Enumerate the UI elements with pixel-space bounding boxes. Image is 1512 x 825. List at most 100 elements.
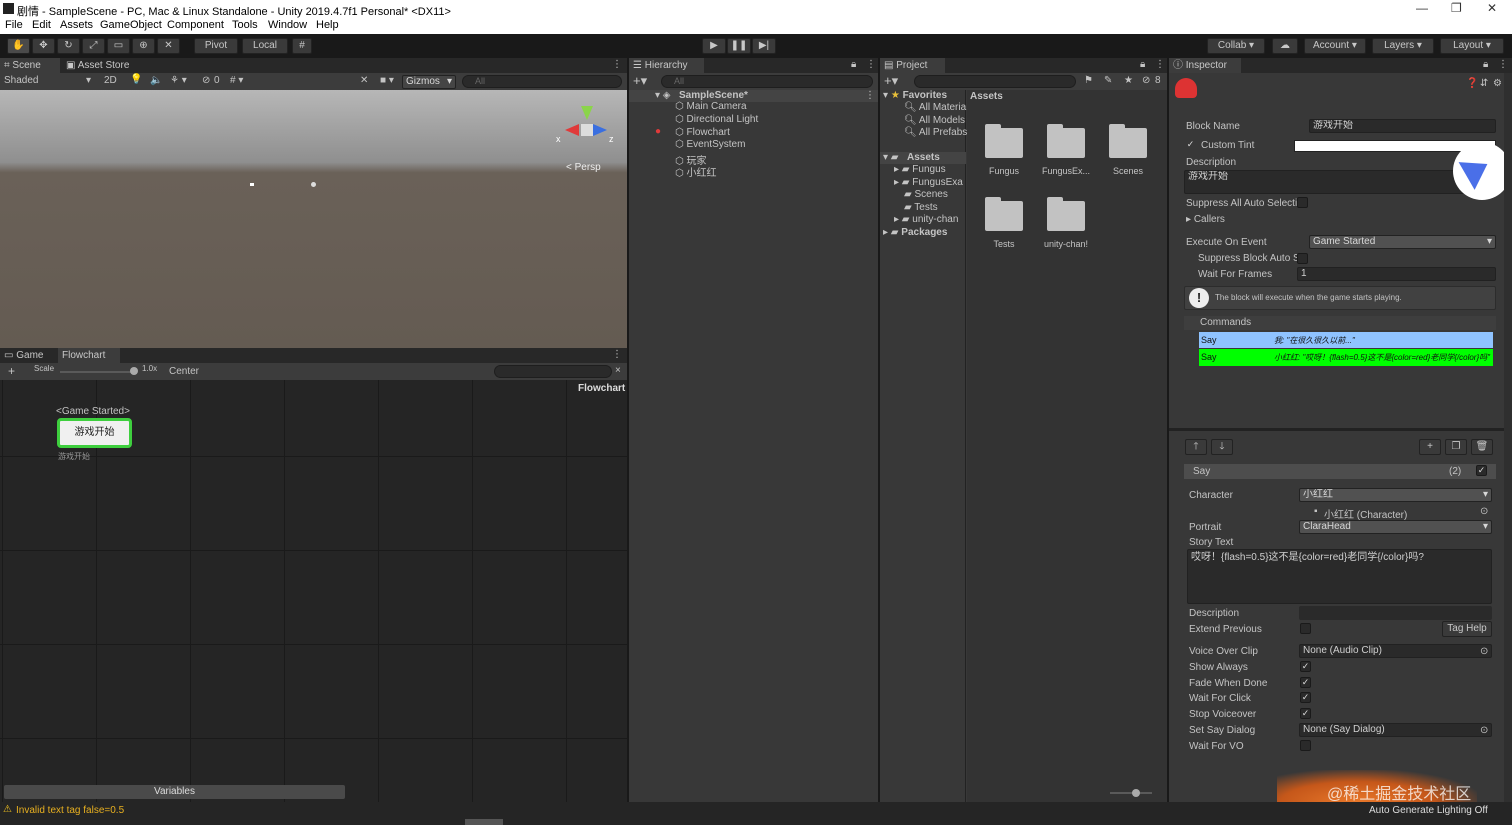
- inspector-menu-icon[interactable]: ⋮: [1498, 59, 1508, 70]
- tools-icon[interactable]: ✕: [360, 75, 368, 86]
- extend-previous-checkbox[interactable]: [1300, 623, 1311, 634]
- flowchart-search-input[interactable]: [494, 365, 612, 378]
- account-dropdown[interactable]: Account ▾: [1304, 38, 1366, 54]
- filter-type-icon[interactable]: ⚑: [1084, 75, 1093, 86]
- layout-dropdown[interactable]: Layout ▾: [1440, 38, 1504, 54]
- menu-edit[interactable]: Edit: [32, 19, 51, 31]
- packages-row[interactable]: ▸ ▰ Packages: [883, 227, 947, 238]
- grid-snap-icon[interactable]: #: [292, 38, 312, 54]
- variables-toggle[interactable]: Variables: [4, 785, 345, 799]
- wait-frames-field[interactable]: 1: [1297, 267, 1496, 281]
- hierarchy-lock-icon[interactable]: 🔒︎: [851, 59, 856, 70]
- hand-tool-icon[interactable]: ✋: [7, 38, 30, 54]
- favorites-row[interactable]: ▾ ★ Favorites: [883, 90, 947, 101]
- camera-icon[interactable]: ■ ▾: [380, 75, 394, 86]
- execute-on-event-dropdown[interactable]: Game Started: [1309, 235, 1496, 249]
- grid-folder-label[interactable]: unity-chan!: [1036, 239, 1096, 249]
- project-search-input[interactable]: [914, 75, 1076, 88]
- command-row-active[interactable]: Say 小红红: "哎呀！{flash=0.5}这不是{color=red}老同…: [1199, 349, 1493, 366]
- shading-dropdown[interactable]: Shaded: [4, 75, 38, 86]
- folder-icon[interactable]: [985, 197, 1023, 231]
- auto-lighting-status[interactable]: Auto Generate Lighting Off: [1369, 805, 1488, 816]
- callers-foldout[interactable]: ▸ Callers: [1186, 214, 1225, 225]
- asset-folder[interactable]: ▸ ▰ Fungus: [894, 164, 946, 175]
- object-picker-icon[interactable]: ⊙: [1480, 506, 1488, 517]
- grid-folder-label[interactable]: Fungus: [974, 166, 1034, 176]
- scale-slider-thumb[interactable]: [130, 367, 138, 375]
- persp-label[interactable]: < Persp: [566, 162, 601, 173]
- grid-folder-label[interactable]: FungusEx...: [1036, 166, 1096, 176]
- play-button[interactable]: ▶: [702, 38, 726, 54]
- inspector-lock-icon[interactable]: 🔒︎: [1483, 59, 1488, 70]
- folder-icon[interactable]: [1109, 124, 1147, 158]
- flowchart-canvas[interactable]: Flowchart <Game Started> 游戏开始 游戏开始 Varia…: [0, 380, 627, 802]
- light-gizmo-icon[interactable]: [311, 182, 316, 187]
- menu-tools[interactable]: Tools: [232, 19, 258, 31]
- menu-window[interactable]: Window: [268, 19, 307, 31]
- hierarchy-item[interactable]: ⬡ Main Camera: [675, 101, 747, 112]
- scene-search-input[interactable]: All: [462, 75, 622, 88]
- tab-scene[interactable]: ⌗ Scene: [0, 58, 60, 73]
- voice-picker-icon[interactable]: ⊙: [1480, 646, 1488, 657]
- orientation-gizmo-icon[interactable]: x z: [556, 106, 616, 156]
- asset-folder[interactable]: ▸ ▰ unity-chan: [894, 214, 958, 225]
- folder-icon[interactable]: [985, 124, 1023, 158]
- move-down-icon[interactable]: 🡓: [1211, 439, 1233, 455]
- show-always-checkbox[interactable]: ✓: [1300, 661, 1311, 672]
- favorite-star-icon[interactable]: ★: [1124, 75, 1133, 86]
- folder-icon[interactable]: [1047, 124, 1085, 158]
- character-dropdown[interactable]: 小红红: [1299, 488, 1492, 502]
- tab-asset-store[interactable]: ▣ Asset Store: [62, 58, 142, 73]
- hierarchy-item[interactable]: ⬡ Flowchart: [675, 127, 730, 138]
- hierarchy-item[interactable]: ⬡ 小红红: [675, 164, 717, 179]
- favorite-item[interactable]: 🔍︎ All Models: [904, 115, 965, 126]
- stop-voiceover-checkbox[interactable]: ✓: [1300, 708, 1311, 719]
- block-name-field[interactable]: 游戏开始: [1309, 119, 1496, 133]
- hierarchy-create-icon[interactable]: +▾: [633, 73, 647, 89]
- flowchart-block[interactable]: 游戏开始: [57, 418, 132, 448]
- 2d-toggle[interactable]: 2D: [104, 75, 117, 86]
- voice-over-field[interactable]: None (Audio Clip): [1299, 644, 1492, 658]
- scale-slider-track[interactable]: [60, 371, 134, 373]
- lighting-icon[interactable]: 💡: [130, 74, 142, 85]
- icon-size-slider[interactable]: [1110, 792, 1152, 794]
- menu-gameobject[interactable]: GameObject: [100, 19, 162, 31]
- audio-icon[interactable]: 🔈: [150, 75, 162, 86]
- presets-icon[interactable]: ⇵: [1480, 78, 1488, 89]
- filter-label-icon[interactable]: ✎: [1104, 75, 1112, 86]
- grid-icon[interactable]: # ▾: [230, 75, 243, 86]
- command-row[interactable]: Say 我: "在很久很久以前...": [1199, 332, 1493, 348]
- settings-gear-icon[interactable]: ⚙: [1493, 78, 1502, 89]
- center-button[interactable]: Center: [169, 366, 199, 377]
- description-field[interactable]: 游戏开始: [1184, 170, 1496, 194]
- custom-tint-checkbox[interactable]: ✓: [1185, 140, 1196, 151]
- move-tool-icon[interactable]: ✥: [32, 38, 55, 54]
- wait-for-click-checkbox[interactable]: ✓: [1300, 692, 1311, 703]
- layers-dropdown[interactable]: Layers ▾: [1372, 38, 1434, 54]
- effects-icon[interactable]: ⚘ ▾: [170, 75, 187, 86]
- help-icon[interactable]: ❓: [1466, 78, 1478, 89]
- hierarchy-item[interactable]: ⬡ EventSystem: [675, 139, 745, 150]
- menu-help[interactable]: Help: [316, 19, 339, 31]
- hidden-objects-icon[interactable]: ⊘: [202, 75, 210, 86]
- tab-project[interactable]: ▤ Project: [880, 58, 945, 73]
- pause-button[interactable]: ❚❚: [727, 38, 751, 54]
- tab-hierarchy[interactable]: ☰ Hierarchy: [629, 58, 704, 73]
- fade-when-done-checkbox[interactable]: ✓: [1300, 677, 1311, 688]
- duplicate-command-icon[interactable]: ❐: [1445, 439, 1467, 455]
- custom-tool-icon[interactable]: ✕: [157, 38, 180, 54]
- icon-size-slider-thumb[interactable]: [1132, 789, 1140, 797]
- delete-command-icon[interactable]: 🗑: [1471, 439, 1493, 455]
- hidden-packages-icon[interactable]: ⊘: [1142, 75, 1150, 86]
- collab-button[interactable]: Collab ▾: [1207, 38, 1265, 54]
- project-menu-icon[interactable]: ⋮: [1155, 59, 1165, 70]
- rotate-tool-icon[interactable]: ↻: [57, 38, 80, 54]
- add-block-icon[interactable]: +: [8, 364, 15, 378]
- pivot-button[interactable]: Pivot: [194, 38, 238, 54]
- say-dialog-picker-icon[interactable]: ⊙: [1480, 725, 1488, 736]
- grid-folder-label[interactable]: Scenes: [1098, 166, 1158, 176]
- asset-folder[interactable]: ▸ ▰ FungusExa: [894, 177, 963, 188]
- menu-assets[interactable]: Assets: [60, 19, 93, 31]
- say-description-field[interactable]: [1299, 606, 1492, 620]
- project-lock-icon[interactable]: 🔒︎: [1140, 59, 1145, 70]
